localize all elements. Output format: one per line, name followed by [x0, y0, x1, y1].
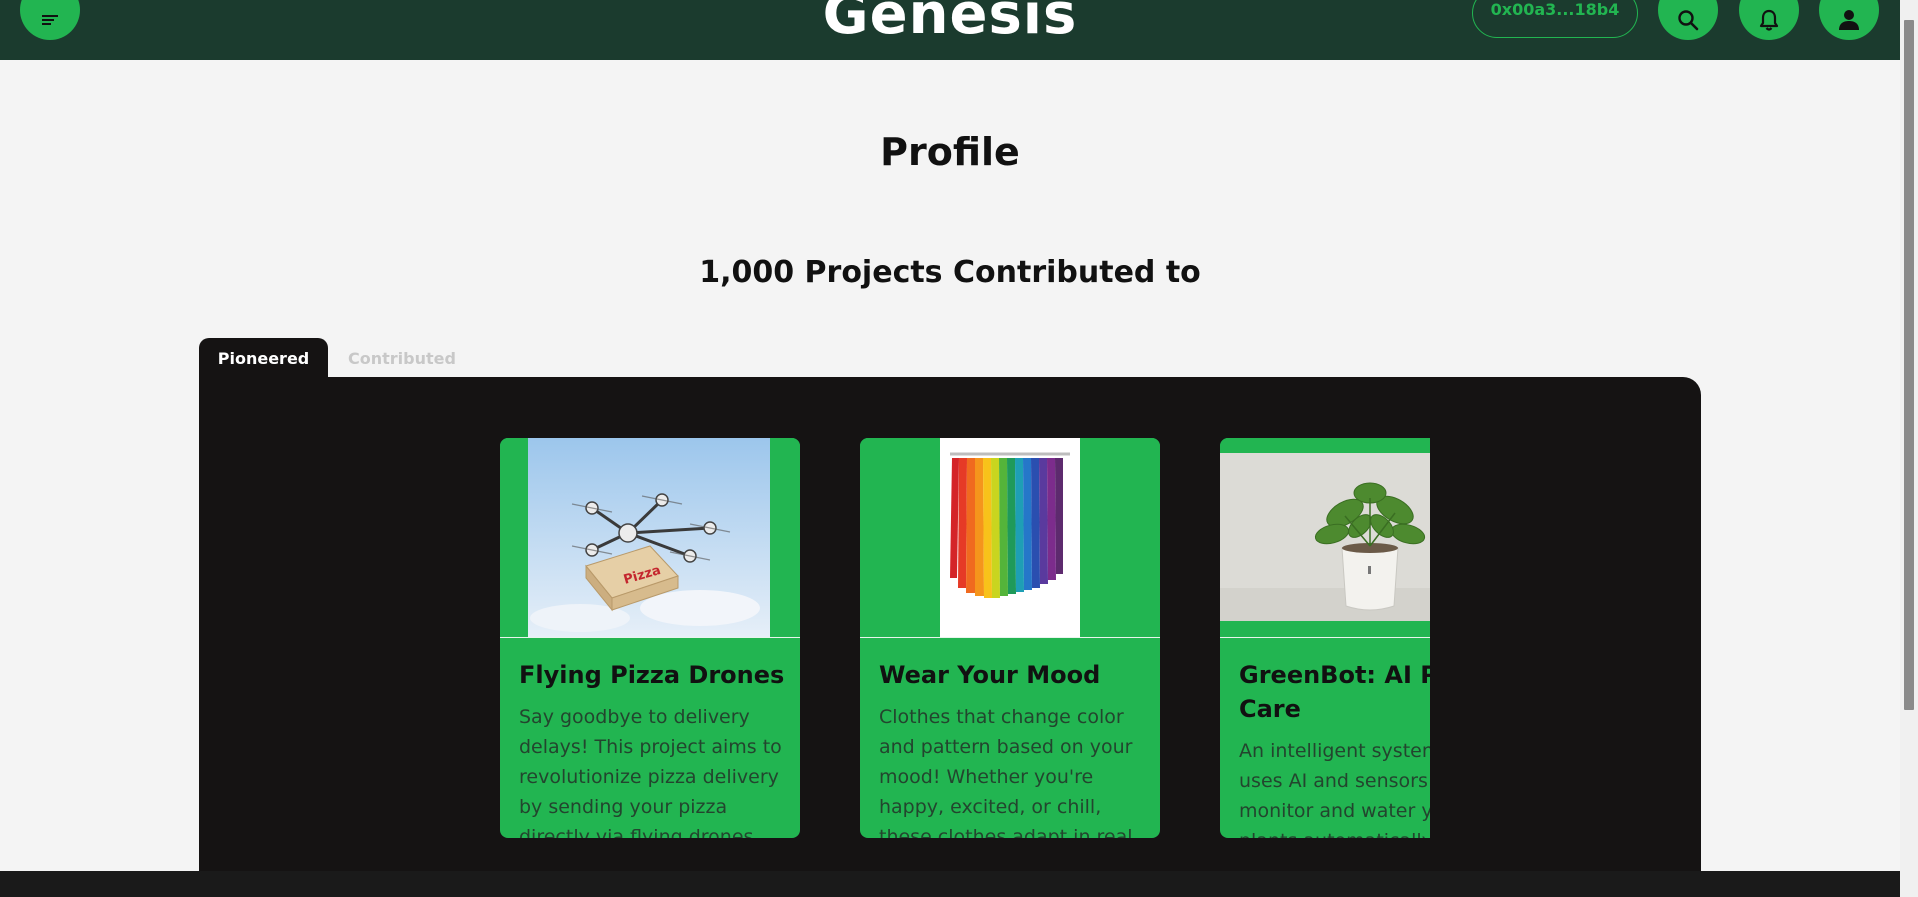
project-title[interactable]: GreenBot: AI Plant Care: [1239, 658, 1430, 726]
project-description: Say goodbye to delivery delays! This pro…: [519, 706, 782, 838]
tab-pioneered[interactable]: Pioneered: [199, 338, 328, 378]
page-scrollbar[interactable]: [1900, 0, 1918, 897]
project-description: An intelligent system that uses AI and s…: [1239, 740, 1430, 838]
scrollbar-thumb[interactable]: [1904, 20, 1914, 710]
projects-count-heading: 1,000 Projects Contributed to: [699, 255, 1201, 290]
potted-plant-image: [1220, 438, 1430, 638]
rainbow-shirts-rack-image: [860, 438, 1160, 638]
bell-icon: [1759, 9, 1779, 31]
project-card[interactable]: Pizza Flying Pizza Drones Say goodbye to…: [500, 438, 800, 838]
page-title: Profile: [880, 130, 1020, 174]
tab-contributed[interactable]: Contributed: [348, 338, 456, 378]
search-icon: [1677, 9, 1699, 31]
project-title[interactable]: Wear Your Mood: [879, 658, 1149, 692]
project-description: Clothes that change color and pattern ba…: [879, 706, 1133, 838]
top-navigation-bar: Genesis 0x00a3...18b4: [0, 0, 1900, 60]
drone-carrying-pizza-box-image: Pizza: [500, 438, 800, 638]
wallet-address-button[interactable]: 0x00a3...18b4: [1472, 0, 1638, 38]
projects-panel: Pizza Flying Pizza Drones Say goodbye to…: [199, 377, 1701, 897]
user-icon: [1837, 8, 1861, 32]
project-title[interactable]: Flying Pizza Drones: [519, 658, 789, 692]
project-card[interactable]: Wear Your Mood Clothes that change color…: [860, 438, 1160, 838]
footer-band: [0, 871, 1900, 897]
project-card[interactable]: GreenBot: AI Plant Care An intelligent s…: [1220, 438, 1430, 838]
